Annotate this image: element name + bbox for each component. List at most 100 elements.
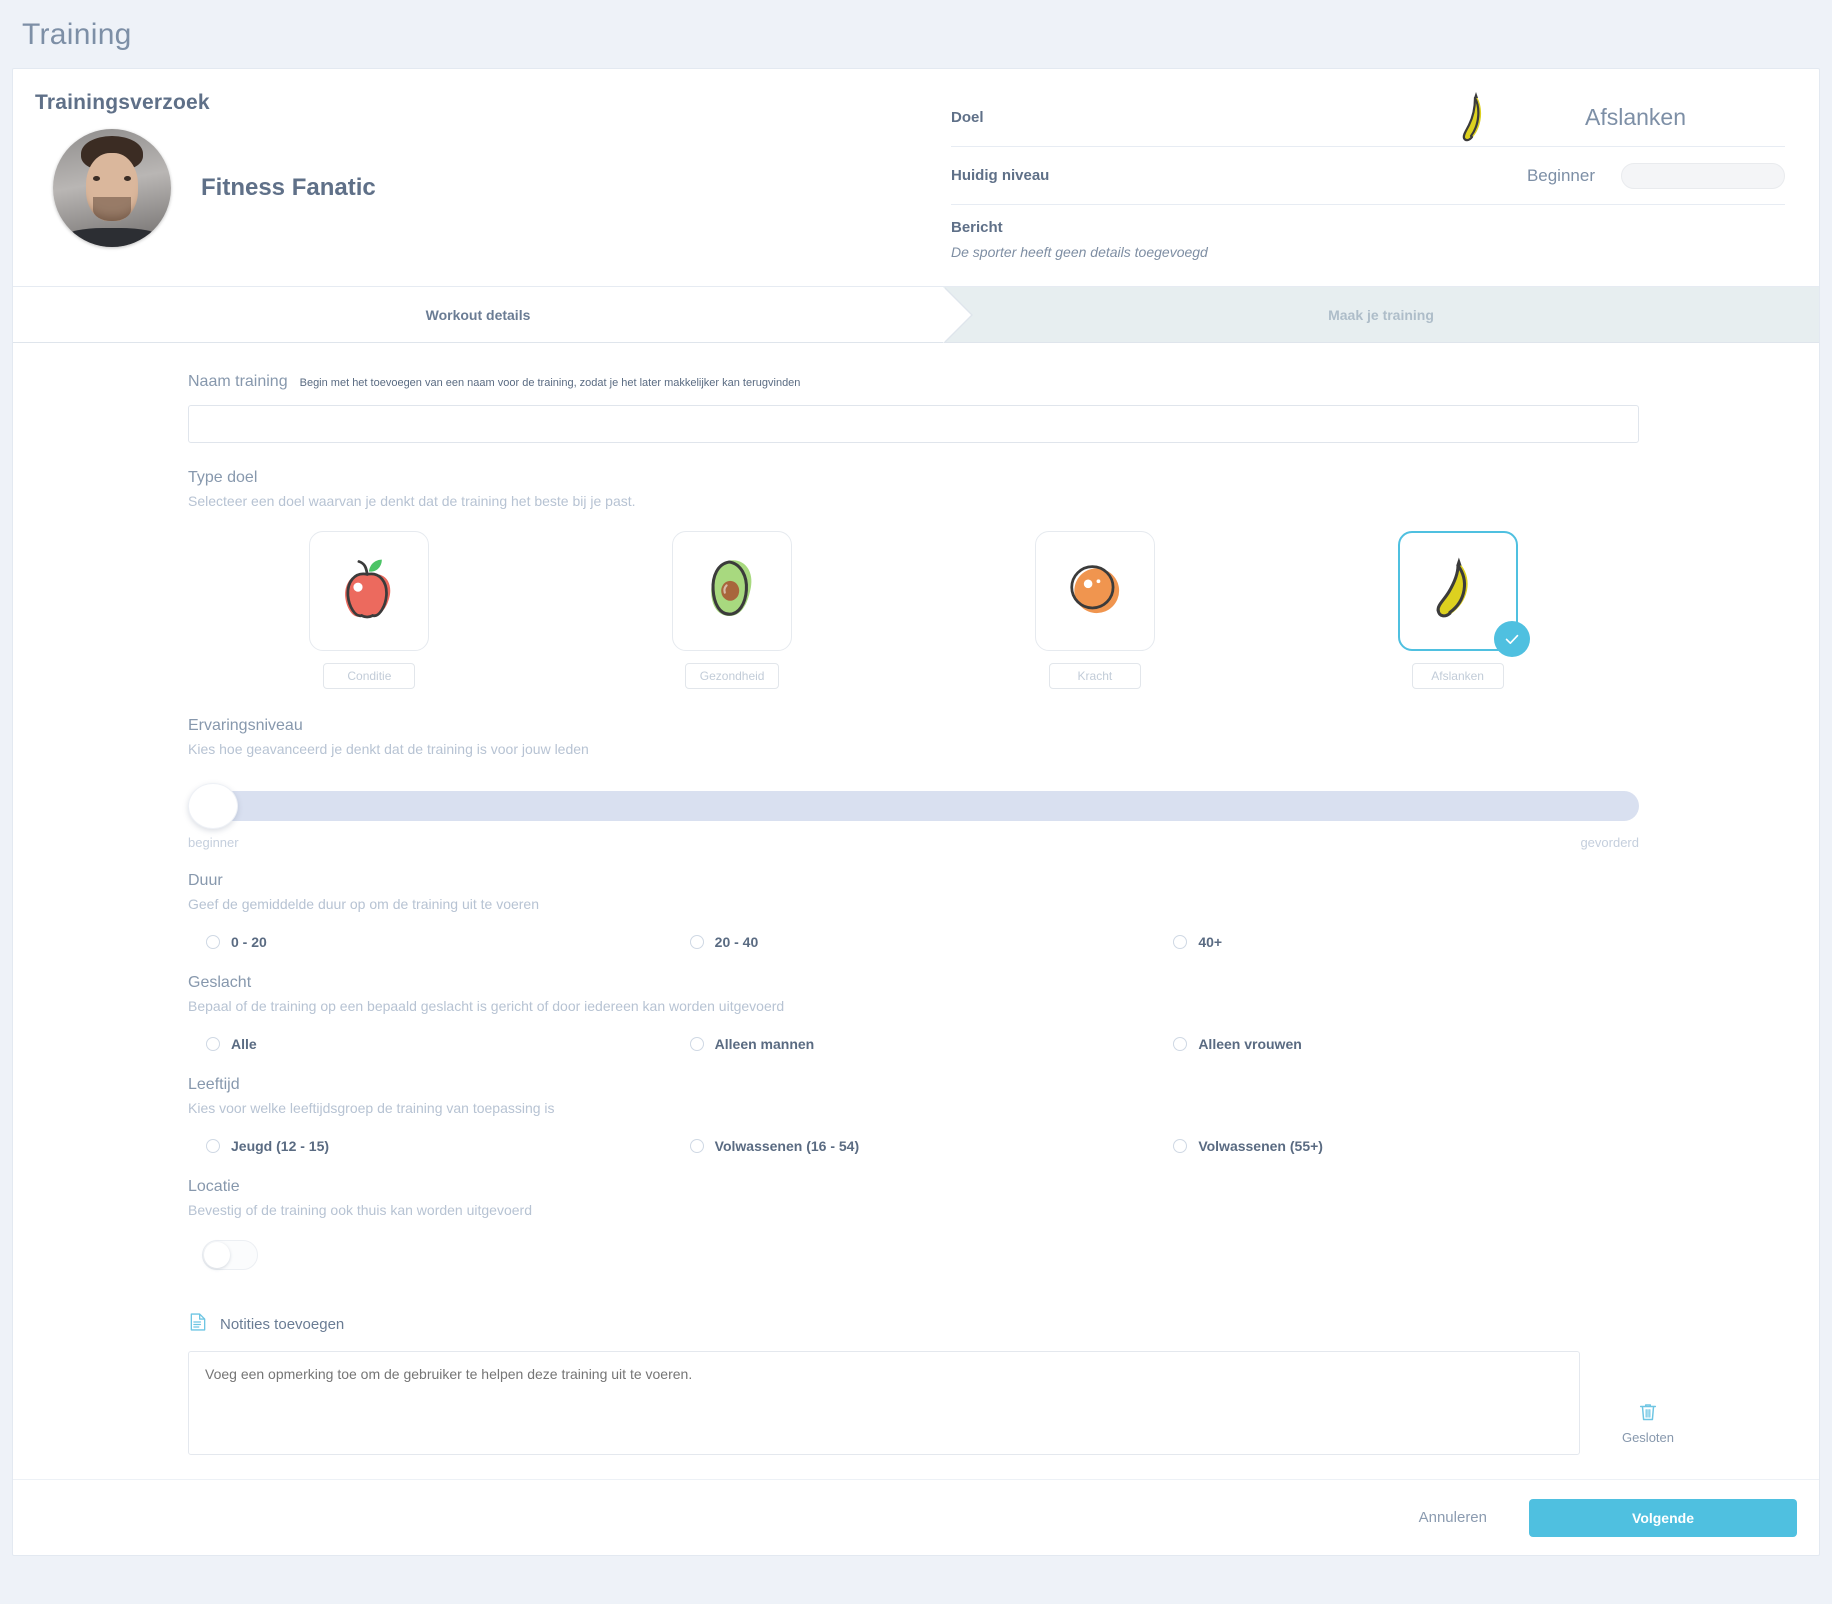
radio-gender-alle[interactable]: Alle — [188, 1036, 672, 1052]
cancel-button[interactable]: Annuleren — [1405, 1501, 1501, 1534]
radio-duration-0-20[interactable]: 0 - 20 — [188, 934, 672, 950]
radio-icon[interactable] — [689, 935, 704, 949]
training-name-input[interactable] — [188, 405, 1639, 443]
tab-maak-je-training[interactable]: Maak je training — [943, 287, 1819, 342]
trash-icon[interactable] — [1637, 1401, 1659, 1428]
slider-handle[interactable] — [188, 783, 238, 829]
goal-type-options: Conditie Gezondheid Kracht Afslanken — [188, 531, 1639, 689]
goal-type-label: Type doel — [188, 469, 258, 486]
gender-options: Alle Alleen mannen Alleen vrouwen — [188, 1036, 1639, 1052]
location-label: Locatie — [188, 1178, 240, 1195]
radio-age-volwassenen-16-54[interactable]: Volwassenen (16 - 54) — [672, 1138, 1156, 1154]
slider-end-labels: beginner gevorderd — [188, 835, 1639, 850]
radio-icon[interactable] — [1173, 1139, 1188, 1153]
tab-workout-details[interactable]: Workout details — [13, 287, 973, 343]
radio-gender-alleen-mannen[interactable]: Alleen mannen — [672, 1036, 1156, 1052]
goal-option-gezondheid[interactable]: Gezondheid — [551, 531, 914, 689]
avatar-eyes — [93, 176, 131, 182]
field-notes: Notities toevoegen Gesloten — [13, 1310, 1819, 1460]
radio-age-jeugd[interactable]: Jeugd (12 - 15) — [188, 1138, 672, 1154]
goal-option-conditie[interactable]: Conditie — [188, 531, 551, 689]
notes-textarea[interactable] — [188, 1351, 1580, 1455]
delete-note-label: Gesloten — [1621, 1430, 1675, 1445]
experience-slider[interactable] — [188, 783, 1639, 829]
athlete-block: Fitness Fanatic — [35, 125, 929, 273]
name-hint: Begin met het toevoegen van een naam voo… — [299, 377, 801, 389]
level-value: Beginner — [1526, 165, 1595, 185]
age-label: Leeftijd — [188, 1076, 240, 1093]
page-title: Training — [22, 18, 132, 51]
training-request-card: Trainingsverzoek Fitness Fanatic Doel Af… — [12, 68, 1820, 1556]
goal-card-afslanken[interactable] — [1397, 531, 1530, 657]
card-header: Trainingsverzoek Fitness Fanatic Doel Af… — [13, 69, 1819, 287]
slider-min-label: beginner — [188, 835, 239, 850]
radio-label: Volwassenen (16 - 54) — [714, 1138, 860, 1154]
step-tabs: Workout details Maak je training — [13, 287, 1819, 343]
radio-age-volwassenen-55-plus[interactable]: Volwassenen (55+) — [1155, 1138, 1639, 1154]
radio-duration-40-plus[interactable]: 40+ — [1155, 934, 1639, 950]
field-name: Naam training Begin met het toevoegen va… — [13, 373, 1819, 443]
goal-label-conditie[interactable]: Conditie — [323, 663, 416, 689]
header-right: Doel Afslanken Huidig niveau Beginner Be… — [929, 69, 1819, 286]
radio-icon[interactable] — [1173, 1037, 1188, 1051]
radio-label: Volwassenen (55+) — [1198, 1138, 1323, 1154]
request-heading: Trainingsverzoek — [35, 91, 210, 114]
message-block: Bericht De sporter heeft geen details to… — [951, 205, 1785, 276]
radio-icon[interactable] — [1173, 935, 1188, 949]
slider-max-label: gevorderd — [1580, 835, 1639, 850]
goal-card-conditie[interactable] — [309, 531, 430, 651]
goal-label-kracht[interactable]: Kracht — [1048, 663, 1141, 689]
radio-duration-20-40[interactable]: 20 - 40 — [672, 934, 1156, 950]
field-location: Locatie Bevestig of de training ook thui… — [13, 1178, 1819, 1270]
goal-row: Doel Afslanken — [951, 89, 1785, 147]
goal-label: Doel — [951, 109, 984, 126]
radio-icon[interactable] — [206, 1037, 220, 1051]
goal-value: Afslanken — [1585, 104, 1687, 130]
age-options: Jeugd (12 - 15) Volwassenen (16 - 54) Vo… — [188, 1138, 1639, 1154]
location-toggle[interactable] — [202, 1240, 258, 1270]
radio-gender-alleen-vrouwen[interactable]: Alleen vrouwen — [1155, 1036, 1639, 1052]
field-gender: Geslacht Bepaal of de training op een be… — [13, 974, 1819, 1052]
message-text: De sporter heeft geen details toegevoegd — [951, 244, 1208, 260]
location-sub: Bevestig of de training ook thuis kan wo… — [188, 1202, 532, 1218]
goal-option-afslanken[interactable]: Afslanken — [1276, 531, 1639, 689]
experience-sub: Kies hoe geavanceerd je denkt dat de tra… — [188, 741, 589, 757]
goal-option-kracht[interactable]: Kracht — [914, 531, 1277, 689]
radio-icon[interactable] — [689, 1139, 704, 1153]
toggle-knob[interactable] — [204, 1242, 230, 1268]
check-icon — [1493, 621, 1530, 657]
avatar — [53, 129, 171, 247]
level-row: Huidig niveau Beginner — [951, 147, 1785, 205]
duration-label: Duur — [188, 872, 223, 889]
document-icon — [188, 1310, 208, 1339]
goal-label-gezondheid[interactable]: Gezondheid — [684, 663, 780, 689]
field-experience: Ervaringsniveau Kies hoe geavanceerd je … — [13, 717, 1819, 850]
banana-icon — [1425, 553, 1491, 630]
banana-icon — [1453, 91, 1499, 145]
field-duration: Duur Geef de gemiddelde duur op om de tr… — [13, 872, 1819, 950]
card-footer: Annuleren Volgende — [13, 1479, 1819, 1555]
delete-note-control[interactable]: Gesloten — [1613, 1401, 1683, 1445]
goal-card-kracht[interactable] — [1034, 531, 1155, 651]
radio-label: Alleen vrouwen — [1198, 1036, 1302, 1052]
notes-label: Notities toevoegen — [220, 1316, 345, 1333]
avocado-icon — [699, 553, 765, 630]
slider-track[interactable] — [188, 791, 1639, 821]
radio-label: Alle — [231, 1036, 257, 1052]
goal-label-afslanken[interactable]: Afslanken — [1411, 663, 1504, 689]
name-label: Naam training — [188, 373, 288, 390]
age-sub: Kies voor welke leeftijdsgroep de traini… — [188, 1100, 555, 1116]
radio-icon[interactable] — [206, 935, 220, 949]
duration-options: 0 - 20 20 - 40 40+ — [188, 934, 1639, 950]
notes-wrapper: Gesloten — [188, 1339, 1674, 1460]
next-button[interactable]: Volgende — [1529, 1498, 1797, 1537]
radio-icon[interactable] — [206, 1139, 220, 1153]
radio-label: 40+ — [1198, 934, 1223, 950]
header-left: Trainingsverzoek Fitness Fanatic — [13, 69, 929, 286]
tab-maak-je-training-label: Maak je training — [1328, 306, 1434, 323]
field-goal-type: Type doel Selecteer een doel waarvan je … — [13, 469, 1819, 689]
goal-card-gezondheid[interactable] — [672, 531, 793, 651]
radio-icon[interactable] — [689, 1037, 704, 1051]
radio-label: Alleen mannen — [714, 1036, 815, 1052]
orange-icon — [1064, 558, 1126, 625]
